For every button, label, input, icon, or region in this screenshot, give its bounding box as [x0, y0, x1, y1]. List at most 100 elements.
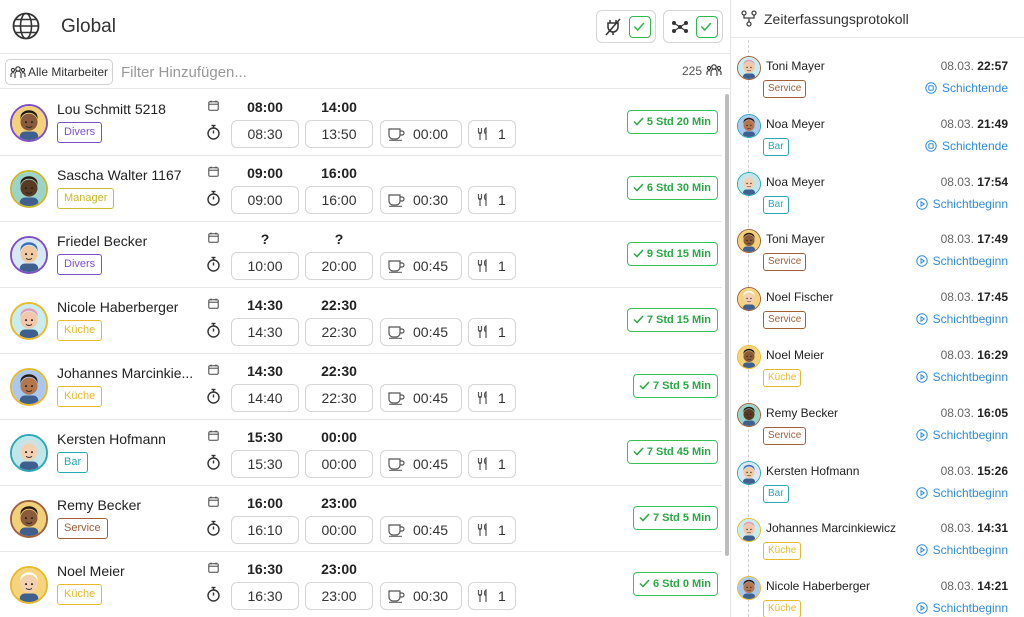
avatar-illustration: [12, 172, 46, 206]
log-employee-name: Remy Becker: [766, 405, 839, 420]
meals-field[interactable]: 1: [468, 120, 516, 148]
planned-start: 16:30: [247, 561, 283, 577]
shift-row[interactable]: Friedel Becker Divers?? 10:00 20:00 00:45 1 9 …: [0, 222, 722, 288]
log-timestamp: 08.03. 15:26: [941, 464, 1008, 478]
duration-badge[interactable]: 7 Std 15 Min: [626, 308, 718, 332]
log-entry: Toni Mayer 08.03. 22:57 Service Schichtende: [731, 51, 1024, 109]
actual-start-field[interactable]: 08:30: [231, 120, 299, 148]
shift-row[interactable]: Lou Schmitt 5218 Divers 08:00 14:00 08:30 13:…: [0, 90, 722, 156]
break-field[interactable]: 00:45: [380, 516, 462, 544]
actual-end-field[interactable]: 22:30: [305, 318, 373, 346]
filter-input[interactable]: [121, 60, 521, 84]
meals-field[interactable]: 1: [468, 384, 516, 412]
meals-field[interactable]: 1: [468, 516, 516, 544]
calendar-icon: [208, 430, 219, 441]
check-icon: [633, 22, 645, 32]
duration-badge[interactable]: 7 Std 5 Min: [632, 506, 718, 530]
calendar-icon: [208, 232, 219, 243]
log-action-link[interactable]: Schichtbeginn: [915, 428, 1008, 442]
duration-badge[interactable]: 9 Std 15 Min: [626, 242, 718, 266]
globe-icon[interactable]: [11, 11, 41, 41]
actual-start-field[interactable]: 14:30: [231, 318, 299, 346]
log-action-label: Schichtende: [941, 138, 1008, 153]
shift-row[interactable]: Johannes Marcinkie... Küche 14:30 22:30 14:4…: [0, 354, 722, 420]
stopwatch-icon: [207, 520, 220, 536]
meals-field[interactable]: 1: [468, 318, 516, 346]
actual-end-field[interactable]: 20:00: [305, 252, 373, 280]
check-icon: [633, 249, 644, 258]
meals-field[interactable]: 1: [468, 450, 516, 478]
log-action-label: Schichtbeginn: [932, 601, 1008, 616]
org-tree-filter-toggle[interactable]: [663, 10, 723, 43]
actual-end-field[interactable]: 00:00: [305, 516, 373, 544]
log-date: 08.03.: [940, 579, 974, 594]
shift-row[interactable]: Kersten Hofmann Bar 15:30 00:00 15:30 00:00 00…: [0, 420, 722, 486]
employee-name: Noel Meier: [57, 563, 125, 579]
duration-badge[interactable]: 7 Std 45 Min: [626, 440, 718, 464]
role-badge: Küche: [57, 584, 103, 605]
break-field[interactable]: 00:45: [380, 450, 462, 478]
break-field[interactable]: 00:45: [380, 318, 462, 346]
duration-badge[interactable]: 6 Std 0 Min: [632, 572, 718, 596]
log-action-link[interactable]: Schichtende: [925, 139, 1008, 153]
stop-circle-icon: [925, 140, 937, 152]
meals-field[interactable]: 1: [468, 186, 516, 214]
shift-row[interactable]: Remy Becker Service 16:00 23:00 16:10 00:00 00…: [0, 486, 722, 552]
avatar: [737, 171, 761, 196]
stopwatch-icon: [207, 256, 220, 272]
duration-badge[interactable]: 6 Std 30 Min: [626, 176, 718, 200]
planned-end: 23:00: [321, 495, 357, 511]
meals-field[interactable]: 1: [468, 252, 516, 280]
shift-row[interactable]: Nicole Haberberger Küche 14:30 22:30 14:30 22…: [0, 288, 722, 354]
employee-name: Kersten Hofmann: [57, 431, 166, 447]
break-field[interactable]: 00:30: [380, 582, 462, 610]
actual-start-field[interactable]: 09:00: [231, 186, 299, 214]
actual-start-field[interactable]: 16:30: [231, 582, 299, 610]
actual-end-field[interactable]: 16:00: [305, 186, 373, 214]
actual-start-field[interactable]: 14:40: [231, 384, 299, 412]
duration-badge[interactable]: 7 Std 5 Min: [632, 374, 718, 398]
log-action-link[interactable]: Schichtende: [925, 81, 1008, 95]
actual-end-field[interactable]: 22:30: [305, 384, 373, 412]
log-employee-name: Noel Meier: [766, 348, 825, 362]
log-action-link[interactable]: Schichtbeginn: [915, 486, 1008, 500]
log-action-link[interactable]: Schichtbeginn: [915, 254, 1008, 268]
break-field[interactable]: 00:45: [380, 252, 462, 280]
actual-start-field[interactable]: 15:30: [231, 450, 299, 478]
actual-start-field[interactable]: 10:00: [231, 252, 299, 280]
actual-start-field[interactable]: 16:10: [231, 516, 299, 544]
break-field[interactable]: 00:45: [380, 384, 462, 412]
log-action-link[interactable]: Schichtbeginn: [915, 312, 1008, 326]
meals-field[interactable]: 1: [468, 582, 516, 610]
avatar-illustration: [738, 288, 760, 311]
calendar-icon: [208, 298, 219, 309]
no-plug-filter-toggle[interactable]: [596, 10, 656, 43]
group-icon: [10, 66, 26, 78]
log-timestamp: 08.03. 17:54: [941, 175, 1008, 189]
avatar-illustration: [738, 230, 760, 253]
avatar-illustration: [12, 238, 46, 272]
actual-end-field[interactable]: 00:00: [305, 450, 373, 478]
avatar: [10, 302, 48, 340]
log-action-link[interactable]: Schichtbeginn: [915, 197, 1008, 211]
log-action-link[interactable]: Schichtbeginn: [915, 543, 1008, 557]
log-timestamp: 08.03. 17:45: [941, 290, 1008, 304]
all-employees-button[interactable]: Alle Mitarbeiter: [5, 59, 113, 85]
stopwatch-icon: [207, 454, 220, 470]
log-action-link[interactable]: Schichtbeginn: [915, 601, 1008, 616]
shift-row[interactable]: Sascha Walter 1167 Manager 09:00 16:00 09:00…: [0, 156, 722, 222]
log-timestamp: 08.03. 14:21: [941, 579, 1008, 593]
actual-end-field[interactable]: 23:00: [305, 582, 373, 610]
break-field[interactable]: 00:00: [380, 120, 462, 148]
avatar: [10, 566, 48, 604]
cutlery-icon: [477, 325, 487, 338]
group-icon: [706, 64, 722, 76]
duration-badge[interactable]: 5 Std 20 Min: [626, 110, 718, 134]
meals-value: 1: [498, 192, 506, 208]
break-field[interactable]: 00:30: [380, 186, 462, 214]
scrollbar-thumb[interactable]: [725, 94, 729, 556]
shift-row[interactable]: Noel Meier Küche 16:30 23:00 16:30 23:00 00:30…: [0, 552, 722, 617]
log-action-link[interactable]: Schichtbeginn: [915, 370, 1008, 384]
actual-end-field[interactable]: 13:50: [305, 120, 373, 148]
stopwatch-icon: [207, 322, 220, 338]
